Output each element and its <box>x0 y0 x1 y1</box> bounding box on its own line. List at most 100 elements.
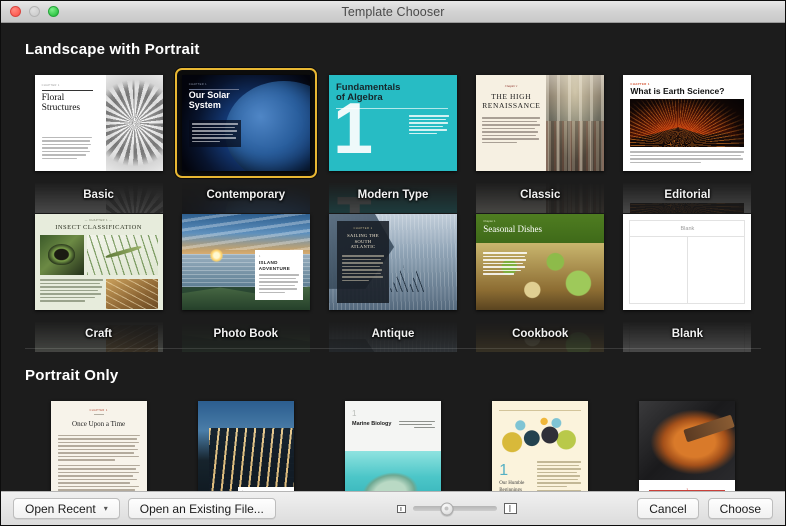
selection-frame: 1 Our Humble Beginnings <box>485 394 595 491</box>
template-label: Blank <box>671 328 704 340</box>
thumb-number: 1 <box>258 254 261 259</box>
zoom-icon[interactable] <box>48 6 59 17</box>
thumb-chapter-label: — CHAPTER 1 — <box>84 219 113 222</box>
thumb-heading: SAILING THE SOUTH ATLANTIC <box>347 233 379 250</box>
thumb-heading: Floral Structures <box>41 92 81 113</box>
template-tile-modern-type[interactable]: Fundamentalsof Algebra 1 1 Modern Type <box>319 68 466 213</box>
template-thumbnail: CHAPTER 1 What is Earth Science? <box>623 75 752 171</box>
template-scroll-area[interactable]: Landscape with Portrait CHAPTER 1 Floral… <box>1 23 785 491</box>
template-chooser-window: Template Chooser Landscape with Portrait… <box>0 0 786 526</box>
thumb-ornament: 1 <box>686 486 689 491</box>
selection-frame: — CHAPTER 1 — INSECT CLASSIFICATION <box>28 207 170 317</box>
selection-frame: 1 SUSTAINABLEDESIGN <box>191 394 301 491</box>
template-label: Craft <box>85 328 113 340</box>
selection-frame: CHAPTER 1 SAILING THE SOUTH ATLANTIC <box>322 207 464 317</box>
small-thumbnail-icon[interactable] <box>396 504 406 513</box>
large-thumbnail-icon[interactable] <box>503 503 517 514</box>
minimize-icon[interactable] <box>29 6 40 17</box>
template-label: Modern Type <box>357 189 429 201</box>
selection-frame: 1 ISLAND ADVENTURE <box>175 207 317 317</box>
template-tile-craft[interactable]: — CHAPTER 1 — INSECT CLASSIFICATION Craf… <box>25 207 172 352</box>
thumb-number: 1 <box>499 462 509 479</box>
section-header-landscape: Landscape with Portrait <box>25 41 200 58</box>
thumb-heading: Marine Biology <box>352 421 392 427</box>
template-label: Antique <box>371 328 415 340</box>
template-label: Classic <box>520 189 561 201</box>
selection-frame: CHAPTER 1 Once Upon a Time <box>44 394 154 491</box>
selection-frame: CHAPTER 1 Floral Structures <box>28 68 170 178</box>
template-row-1: CHAPTER 1 Floral Structures Basic CHAPTE… <box>25 68 761 213</box>
choose-label: Choose <box>719 501 761 516</box>
thumb-chapter-label: Chapter 1 <box>483 219 496 223</box>
thumb-heading: Blank <box>630 221 745 237</box>
selection-frame: 1 LIFE ON THE ROAD <box>632 394 742 491</box>
selection-frame: Blank <box>616 207 758 317</box>
template-label: Contemporary <box>206 189 286 201</box>
template-thumbnail: CHAPTER 1 Floral Structures <box>34 75 163 171</box>
window-title: Template Chooser <box>341 4 445 19</box>
template-label: Photo Book <box>213 328 279 340</box>
thumb-heading: Seasonal Dishes <box>483 224 542 234</box>
thumb-heading: What is Earth Science? <box>630 86 725 96</box>
template-thumbnail: 1 LIFE ON THE ROAD <box>639 401 736 491</box>
template-thumbnail: 1 Our Humble Beginnings <box>492 401 589 491</box>
selection-frame: Chapter 1 THE HIGH RENAISSANCE <box>469 68 611 178</box>
template-row-3: CHAPTER 1 Once Upon a Time 1 Marine Biol… <box>25 394 761 491</box>
selection-frame: Fundamentals of Algebra 1 <box>322 68 464 178</box>
template-tile-contemporary[interactable]: CHAPTER 1 Our Solar System Contemporary <box>172 68 319 213</box>
template-tile-classic[interactable]: Chapter 1 THE HIGH RENAISSANCE Classic <box>467 68 614 213</box>
template-tile-cookbook[interactable]: Chapter 1 Seasonal Dishes Cookbook <box>467 207 614 352</box>
template-thumbnail: 1 ISLAND ADVENTURE <box>181 214 310 310</box>
template-thumbnail: CHAPTER 1 SAILING THE SOUTH ATLANTIC <box>329 214 457 310</box>
dialog-actions: Cancel Choose <box>637 498 773 519</box>
template-tile-photo-book[interactable]: 1 ISLAND ADVENTURE Photo Book <box>172 207 319 352</box>
template-thumbnail: CHAPTER 1 Our Solar System <box>181 75 310 171</box>
template-tile-our-humble-beginnings[interactable]: 1 Our Humble Beginnings <box>467 394 614 491</box>
thumb-number: 1 <box>352 409 357 418</box>
thumb-number: 1 <box>333 89 374 169</box>
thumb-chapter-label: CHAPTER 1 <box>41 84 60 87</box>
open-recent-button[interactable]: Open Recent ▾ <box>13 498 120 519</box>
template-tile-marine-biology[interactable]: 1 Marine Biology <box>319 394 466 491</box>
selection-frame: 1 Marine Biology <box>338 394 448 491</box>
thumb-chapter-label: CHAPTER 1 <box>89 409 108 412</box>
template-thumbnail: Chapter 1 THE HIGH RENAISSANCE <box>476 75 605 171</box>
thumb-heading: Once Upon a Time <box>72 419 126 428</box>
template-tile-life-on-the-road[interactable]: 1 LIFE ON THE ROAD <box>614 394 761 491</box>
thumbnail-size-control[interactable] <box>396 502 517 515</box>
template-tile-blank[interactable]: Blank Blank <box>614 207 761 352</box>
template-thumbnail: Fundamentals of Algebra 1 <box>329 75 457 171</box>
template-tile-antique[interactable]: CHAPTER 1 SAILING THE SOUTH ATLANTIC Ant… <box>319 207 466 352</box>
section-header-portrait: Portrait Only <box>25 367 119 384</box>
template-label: Editorial <box>664 189 711 201</box>
cancel-button[interactable]: Cancel <box>637 498 699 519</box>
template-label: Basic <box>83 189 114 201</box>
thumb-chapter-label: CHAPTER 1 <box>353 227 373 230</box>
template-thumbnail: — CHAPTER 1 — INSECT CLASSIFICATION <box>34 214 163 310</box>
thumb-chapter-label: Chapter 1 <box>504 84 518 88</box>
template-tile-once-upon-a-time[interactable]: CHAPTER 1 Once Upon a Time <box>25 394 172 491</box>
thumb-heading: Our Solar System <box>188 90 230 110</box>
thumb-heading: THE HIGH RENAISSANCE <box>482 92 541 110</box>
template-thumbnail: 1 SUSTAINABLEDESIGN <box>197 401 294 491</box>
template-thumbnail: CHAPTER 1 Once Upon a Time <box>50 401 147 491</box>
template-tile-editorial[interactable]: CHAPTER 1 What is Earth Science? Editori… <box>614 68 761 213</box>
template-tile-sustainable-design[interactable]: 1 SUSTAINABLEDESIGN <box>172 394 319 491</box>
cancel-label: Cancel <box>649 501 687 516</box>
slider-thumb[interactable] <box>440 502 454 515</box>
template-tile-basic[interactable]: CHAPTER 1 Floral Structures Basic <box>25 68 172 213</box>
window-controls <box>1 6 59 17</box>
bottom-toolbar: Open Recent ▾ Open an Existing File... C… <box>1 491 785 525</box>
thumb-heading: ISLAND ADVENTURE <box>258 260 291 271</box>
selection-frame: CHAPTER 1 Our Solar System <box>174 68 317 178</box>
choose-button[interactable]: Choose <box>707 498 773 519</box>
thumb-chapter-label: CHAPTER 1 <box>188 83 207 86</box>
close-icon[interactable] <box>10 6 21 17</box>
chevron-down-icon: ▾ <box>103 504 108 513</box>
selection-frame: Chapter 1 Seasonal Dishes <box>469 207 611 317</box>
selection-frame: CHAPTER 1 What is Earth Science? <box>616 68 758 178</box>
open-existing-file-button[interactable]: Open an Existing File... <box>127 498 276 519</box>
thumb-heading: Our Humble Beginnings <box>499 481 525 491</box>
thumb-number: 1 <box>242 490 290 491</box>
thumbnail-size-slider[interactable] <box>412 502 497 515</box>
